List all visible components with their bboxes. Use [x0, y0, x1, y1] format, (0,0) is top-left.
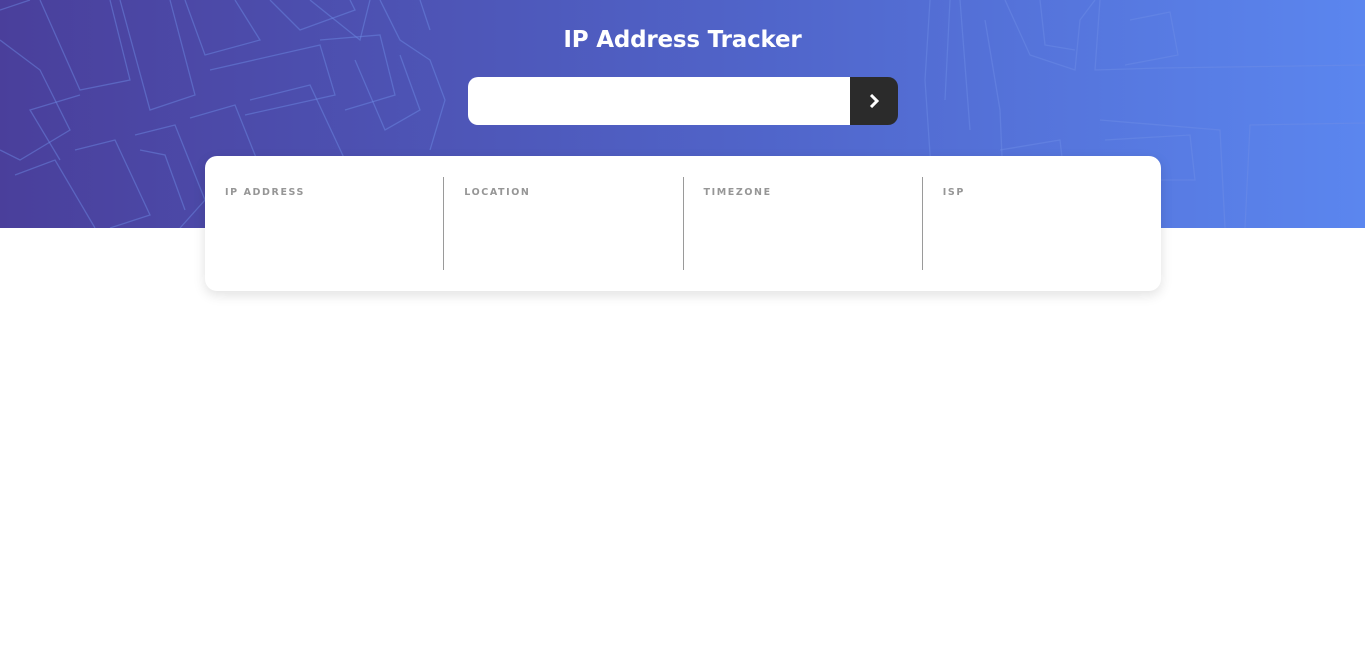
info-label: ISP — [942, 187, 965, 198]
page: IP Address Tracker IP ADDRESS LOCATION T… — [0, 0, 1365, 653]
search-submit-button[interactable] — [850, 77, 898, 125]
chevron-right-icon — [869, 94, 879, 108]
info-label: IP ADDRESS — [225, 187, 305, 198]
page-title: IP Address Tracker — [563, 27, 802, 53]
ip-search-input[interactable] — [468, 77, 850, 125]
info-label: TIMEZONE — [703, 187, 772, 198]
search-bar — [468, 77, 898, 125]
map-area[interactable] — [0, 228, 1365, 653]
info-label: LOCATION — [464, 187, 531, 198]
